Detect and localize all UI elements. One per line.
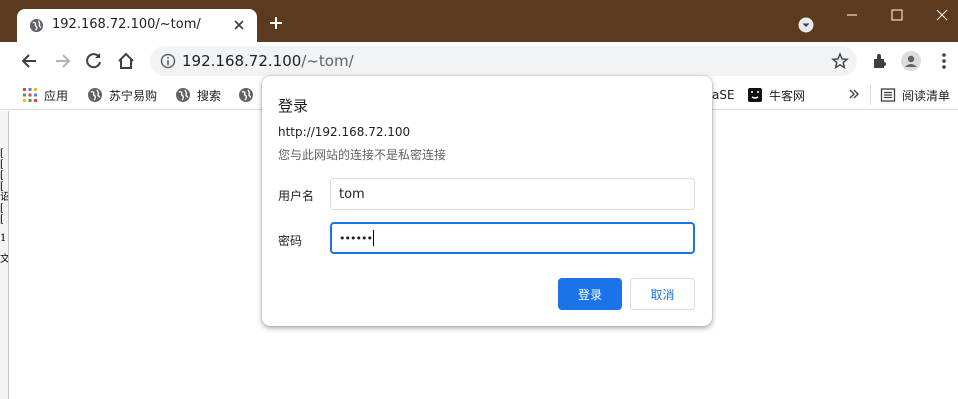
chevron-more-icon[interactable] xyxy=(848,88,860,100)
close-tab-icon[interactable] xyxy=(233,19,245,31)
edge-char: [ xyxy=(0,159,4,170)
bookmark-label: 苏宁易购 xyxy=(109,88,158,103)
username-label: 用户名 xyxy=(278,189,315,203)
bookmark-label: 应用 xyxy=(44,88,69,103)
nowcoder-icon xyxy=(748,88,762,102)
back-icon[interactable] xyxy=(20,51,40,71)
apps-grid-icon xyxy=(23,88,37,102)
bookmarks-divider xyxy=(870,85,871,105)
edge-char: [ xyxy=(0,148,4,159)
browser-tab[interactable]: 192.168.72.100/~tom/ xyxy=(17,9,257,42)
bookmark-partial[interactable] xyxy=(238,86,260,104)
password-field[interactable]: •••••• xyxy=(330,222,695,254)
reading-list-icon xyxy=(880,88,896,102)
dialog-title: 登录 xyxy=(278,97,309,115)
tab-search-icon[interactable] xyxy=(798,17,814,33)
reload-icon[interactable] xyxy=(84,51,104,71)
username-value: tom xyxy=(339,186,365,202)
browser-toolbar: 192.168.72.100/~tom/ xyxy=(0,42,958,80)
edge-char: 1 xyxy=(0,233,7,244)
underlying-window-edge: [ [ [ [ 诏 [ [ 1 文 xyxy=(0,111,9,399)
bookmark-label: 牛客网 xyxy=(769,88,806,103)
bookmark-search[interactable]: 搜索 xyxy=(175,86,221,104)
username-field[interactable]: tom xyxy=(330,178,695,210)
bookmark-nowcoder[interactable]: 牛客网 xyxy=(747,86,805,104)
login-button[interactable]: 登录 xyxy=(558,278,622,310)
edge-char: 诏 xyxy=(0,192,9,203)
http-auth-dialog: 登录 http://192.168.72.100 您与此网站的连接不是私密连接 … xyxy=(262,76,712,326)
menu-dots-icon[interactable] xyxy=(934,51,954,71)
new-tab-icon[interactable] xyxy=(268,15,284,31)
edge-char: [ xyxy=(0,170,4,181)
edge-char: 文 xyxy=(0,254,9,265)
text-caret xyxy=(372,230,374,246)
globe-icon xyxy=(176,88,190,102)
password-mask: •••••• xyxy=(339,231,373,245)
dialog-warning: 您与此网站的连接不是私密连接 xyxy=(278,148,447,162)
url-host: 192.168.72.100 xyxy=(182,52,302,70)
edge-char: [ xyxy=(0,181,4,192)
profile-avatar-icon[interactable] xyxy=(901,51,921,71)
password-label: 密码 xyxy=(278,234,303,248)
home-icon[interactable] xyxy=(116,51,136,71)
maximize-icon[interactable] xyxy=(890,8,904,22)
minimize-icon[interactable] xyxy=(845,8,859,22)
edge-char: [ xyxy=(0,203,4,214)
browser-title-bar: 192.168.72.100/~tom/ xyxy=(0,0,958,42)
address-url[interactable]: 192.168.72.100/~tom/ xyxy=(182,52,354,70)
bookmark-label: 搜索 xyxy=(197,88,222,103)
tab-title: 192.168.72.100/~tom/ xyxy=(52,17,201,32)
globe-icon xyxy=(88,88,102,102)
forward-icon[interactable] xyxy=(52,51,72,71)
url-path: /~tom/ xyxy=(301,52,354,70)
close-window-icon[interactable] xyxy=(935,8,949,22)
reading-list[interactable]: 阅读清单 xyxy=(880,86,950,104)
bookmark-star-icon[interactable] xyxy=(831,52,849,70)
bookmark-ase[interactable]: aSE xyxy=(712,86,735,104)
info-icon[interactable] xyxy=(160,53,176,69)
address-bar[interactable]: 192.168.72.100/~tom/ xyxy=(150,46,857,76)
dialog-host: http://192.168.72.100 xyxy=(278,125,411,139)
bookmark-apps[interactable]: 应用 xyxy=(22,86,68,104)
globe-icon xyxy=(239,88,253,102)
bookmark-suning[interactable]: 苏宁易购 xyxy=(87,86,157,104)
extensions-icon[interactable] xyxy=(870,51,890,71)
cancel-button[interactable]: 取消 xyxy=(630,278,695,310)
globe-icon xyxy=(29,18,44,33)
edge-char: [ xyxy=(0,214,4,225)
bookmark-label: aSE xyxy=(712,88,735,102)
reading-list-label: 阅读清单 xyxy=(902,88,951,103)
